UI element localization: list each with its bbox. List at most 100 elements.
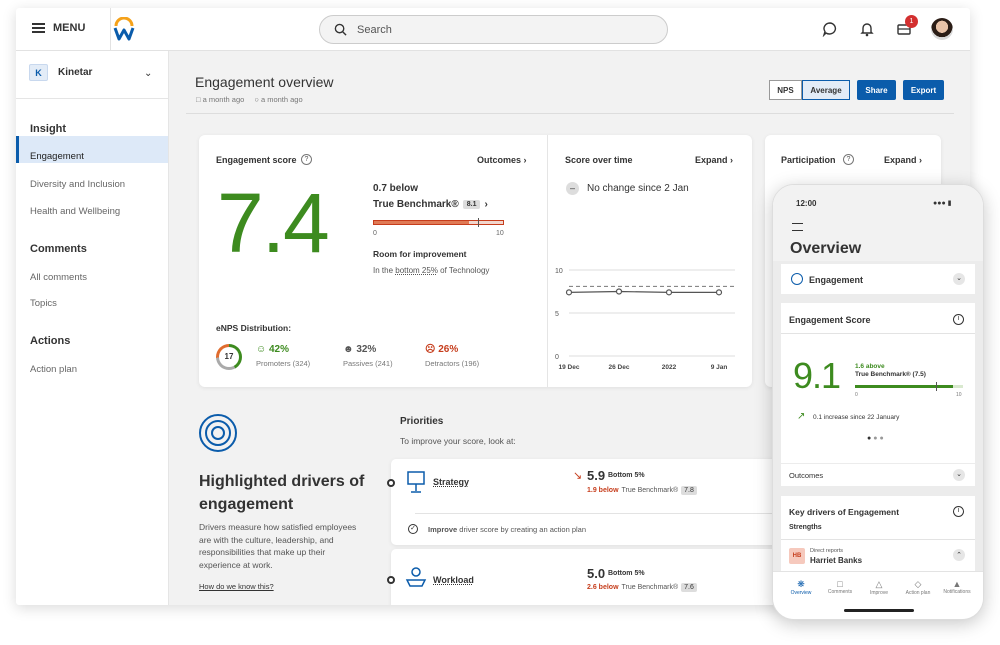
up-arrow-icon: ↗ bbox=[797, 411, 806, 422]
benchmark-marker bbox=[478, 218, 480, 227]
bell-icon[interactable] bbox=[859, 21, 875, 37]
divider bbox=[547, 135, 548, 387]
benchmark-label: True Benchmark® bbox=[373, 199, 459, 210]
phone-score-label: Engagement Score bbox=[789, 315, 871, 325]
nav-notifications[interactable]: ▲ Notifications bbox=[939, 579, 975, 595]
data-point bbox=[665, 289, 673, 296]
nav-overview[interactable]: ❋ Overview bbox=[783, 579, 819, 596]
sidebar-item-action-plan[interactable]: Action plan bbox=[30, 364, 77, 375]
average-toggle-button[interactable]: Average bbox=[802, 80, 850, 100]
divider bbox=[781, 539, 975, 540]
nps-toggle-button[interactable]: NPS bbox=[769, 80, 802, 100]
chevron-up-icon[interactable]: ⌃ bbox=[953, 549, 965, 561]
chevron-down-icon[interactable]: ⌄ bbox=[144, 68, 152, 79]
page-title: Engagement overview bbox=[195, 74, 334, 90]
meta-updated-text: a month ago bbox=[202, 95, 245, 104]
data-point bbox=[565, 289, 573, 296]
engagement-score-value: 7.4 bbox=[217, 176, 330, 270]
detractors-pct: 26% bbox=[438, 344, 459, 355]
participation-label: Participation bbox=[781, 155, 836, 165]
priority-bench-badge: 7.6 bbox=[681, 583, 697, 592]
phone-menu-icon[interactable] bbox=[792, 223, 803, 231]
mobile-app-preview: 12:00 ●●● ▮ Overview Engagement ⌄ Engage… bbox=[772, 184, 984, 620]
sidebar-item-diversity[interactable]: Diversity and Inclusion bbox=[30, 179, 125, 190]
y-tick-label: 10 bbox=[555, 268, 563, 275]
export-button[interactable]: Export bbox=[903, 80, 944, 100]
priority-card-strategy[interactable]: Strategy ↘ 5.9 Bottom 5% 1.9 below True … bbox=[387, 459, 791, 545]
priority-card-workload[interactable]: Workload 5.0 Bottom 5% 2.6 below True Be… bbox=[387, 549, 791, 605]
phone-above-text: 1.6 above bbox=[855, 363, 885, 370]
divider bbox=[16, 98, 169, 99]
outcomes-link[interactable]: Outcomes › bbox=[477, 155, 527, 165]
avatar[interactable] bbox=[931, 18, 953, 40]
sidebar-item-engagement[interactable]: Engagement bbox=[30, 151, 84, 162]
score-over-time-label: Score over time bbox=[565, 155, 633, 165]
person-avatar: HB bbox=[789, 548, 805, 564]
no-change-icon: – bbox=[566, 182, 579, 195]
nav-improve[interactable]: △ Improve bbox=[861, 579, 897, 596]
divider bbox=[415, 513, 785, 514]
workday-logo-icon[interactable] bbox=[112, 17, 136, 41]
action-hint[interactable]: Improve driver score by creating an acti… bbox=[428, 525, 586, 534]
notification-badge: 1 bbox=[905, 15, 918, 28]
drivers-title: Highlighted drivers of engagement bbox=[199, 473, 365, 513]
strategy-icon bbox=[407, 471, 425, 493]
sidebar-item-health[interactable]: Health and Wellbeing bbox=[30, 206, 120, 217]
priority-bench-badge: 7.8 bbox=[681, 486, 697, 495]
enps-donut: 17 bbox=[216, 344, 242, 370]
priorities-title: Priorities bbox=[400, 416, 444, 427]
improve-icon: △ bbox=[875, 579, 883, 589]
page-meta: □ a month ago ○ a month ago bbox=[196, 95, 303, 104]
priority-benchmark: 1.9 below True Benchmark® 7.8 bbox=[587, 486, 697, 495]
enps-value: 17 bbox=[219, 347, 239, 367]
priority-rank: Bottom 5% bbox=[608, 472, 645, 479]
divider bbox=[110, 8, 111, 51]
x-tick-label: 2022 bbox=[662, 364, 677, 371]
sidebar: K Kinetar ⌄ Insight Engagement Diversity… bbox=[16, 51, 169, 605]
phone-section-label: Engagement bbox=[809, 275, 864, 285]
share-button[interactable]: Share bbox=[857, 80, 896, 100]
chevron-down-icon[interactable]: ⌄ bbox=[953, 273, 965, 285]
how-do-we-know-link[interactable]: How do we know this? bbox=[199, 582, 274, 591]
chevron-down-icon[interactable]: ⌄ bbox=[953, 469, 965, 481]
y-tick-label: 0 bbox=[555, 354, 559, 361]
radio-icon[interactable] bbox=[387, 576, 395, 584]
info-icon[interactable]: i bbox=[953, 506, 964, 517]
drivers-body: Drivers measure how satisfied employees … bbox=[199, 522, 357, 570]
expand-link[interactable]: Expand › bbox=[695, 155, 733, 165]
room-detail-link[interactable]: bottom 25% bbox=[395, 266, 438, 275]
nav-action-plan[interactable]: ◇ Action plan bbox=[900, 579, 936, 596]
sidebar-item-topics[interactable]: Topics bbox=[30, 298, 57, 309]
menu-button[interactable]: MENU bbox=[32, 22, 85, 34]
carousel-dots[interactable]: ●●● bbox=[867, 435, 886, 442]
passives-pct: 32% bbox=[356, 344, 377, 355]
nav-comments[interactable]: □ Comments bbox=[822, 579, 858, 595]
expand-label: Expand bbox=[695, 155, 728, 165]
phone-outcomes-row[interactable]: Outcomes ⌄ bbox=[781, 464, 975, 486]
check-circle-icon: ✓ bbox=[408, 524, 418, 534]
phone-status-icons: ●●● ▮ bbox=[933, 200, 952, 207]
sidebar-item-all-comments[interactable]: All comments bbox=[30, 272, 87, 283]
participation-expand-link[interactable]: Expand › bbox=[884, 155, 922, 165]
priority-bench-label: True Benchmark® bbox=[621, 487, 679, 494]
radio-icon[interactable] bbox=[387, 479, 395, 487]
org-initial: K bbox=[29, 64, 48, 81]
org-selector[interactable]: K Kinetar bbox=[29, 64, 92, 81]
smile-icon: ☺ bbox=[256, 344, 267, 355]
search-input[interactable]: Search bbox=[319, 15, 668, 44]
engagement-card: Engagement score ? Outcomes › 7.4 0.7 be… bbox=[199, 135, 752, 387]
meta-updated: □ a month ago bbox=[196, 95, 245, 104]
room-detail-pre: In the bbox=[373, 266, 396, 275]
passives-label: Passives (241) bbox=[343, 359, 393, 368]
true-benchmark-link[interactable]: True Benchmark® 8.1 › bbox=[373, 199, 488, 210]
chat-icon[interactable] bbox=[822, 21, 838, 37]
phone-scale-max: 10 bbox=[956, 392, 962, 398]
phone-engagement-row[interactable]: Engagement ⌄ bbox=[781, 264, 975, 294]
hamburger-icon bbox=[32, 23, 45, 33]
info-icon[interactable]: i bbox=[953, 314, 964, 325]
info-icon[interactable]: ? bbox=[843, 154, 854, 165]
info-icon[interactable]: ? bbox=[301, 154, 312, 165]
meta-comments-text: a month ago bbox=[260, 95, 303, 104]
detractors-stat: ☹ 26% Detractors (196) bbox=[425, 344, 479, 368]
data-point bbox=[615, 288, 623, 295]
